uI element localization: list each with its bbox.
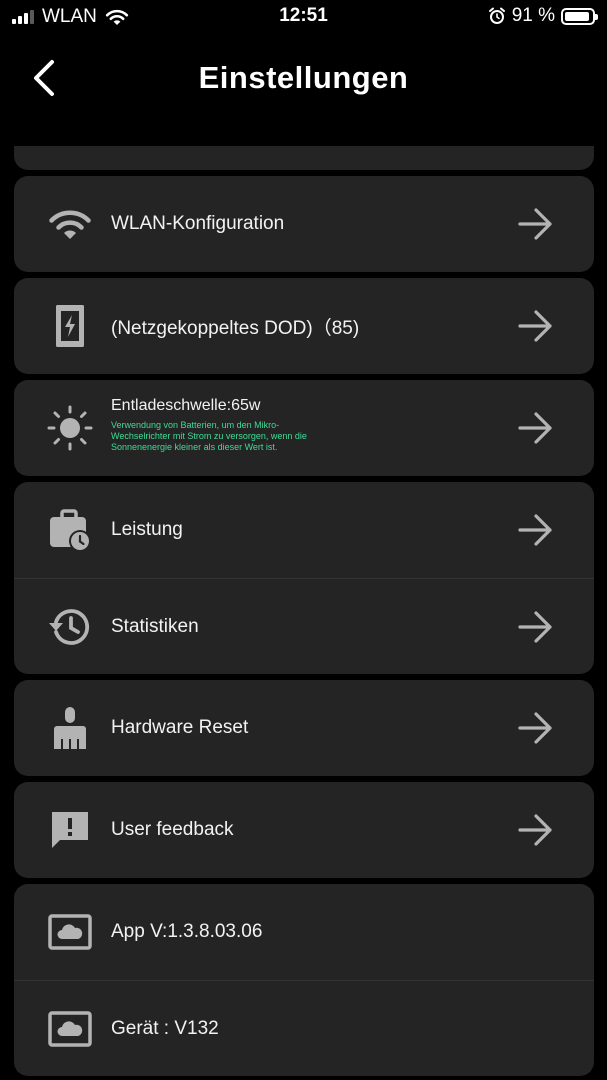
settings-item-label: Statistiken [111,615,199,637]
briefcase-clock-icon [46,506,94,554]
card-reset: Hardware Reset [14,680,594,776]
settings-item-label: App V:1.3.8.03.06 [111,921,263,942]
card-dod: (Netzgekoppeltes DOD)（85) [14,278,594,374]
card-feedback: User feedback [14,782,594,878]
settings-item-label: Gerät : V132 [111,1017,219,1039]
battery-charging-icon [46,302,94,350]
settings-item-label: Hardware Reset [111,717,249,738]
arrow-right-icon [518,610,552,643]
cut-off-card [14,146,594,170]
nav-header: Einstellungen [0,44,607,114]
feedback-icon [46,806,94,854]
settings-item-label: (Netzgekoppeltes DOD)（85) [111,317,360,339]
cloud-box-icon [46,908,94,956]
settings-item-device-version: Gerät : V132 [14,980,594,1076]
battery-fill [565,11,589,21]
card-versions: App V:1.3.8.03.06 Gerät : V132 [14,884,594,1076]
settings-list: WLAN-Konfiguration (Netzgekoppeltes DOD)… [14,146,594,1080]
settings-item-feedback[interactable]: User feedback [14,782,594,878]
page-title: Einstellungen [198,60,409,95]
broom-icon [46,704,94,752]
settings-item-discharge[interactable]: Entladeschwelle:65w Verwendung von Batte… [14,380,594,476]
arrow-right-icon [518,514,552,546]
status-right: 91 % [488,5,598,27]
settings-item-statistiken[interactable]: Statistiken [14,578,594,674]
discharge-text: Entladeschwelle:65w Verwendung von Batte… [111,397,311,453]
alarm-icon [488,7,505,24]
settings-item-leistung[interactable]: Leistung [14,482,594,578]
settings-item-label: Entladeschwelle:65w [111,397,261,414]
card-discharge: Entladeschwelle:65w Verwendung von Batte… [14,380,594,476]
settings-item-label: WLAN-Konfiguration [111,213,285,234]
settings-item-dod[interactable]: (Netzgekoppeltes DOD)（85) [14,278,594,374]
arrow-right-icon [518,814,552,846]
arrow-right-icon [518,208,552,240]
settings-item-wlan[interactable]: WLAN-Konfiguration [14,176,594,272]
wifi-icon [46,200,94,248]
battery-icon [561,7,598,25]
settings-item-reset[interactable]: Hardware Reset [14,680,594,776]
card-wlan: WLAN-Konfiguration [14,176,594,272]
history-icon [46,603,94,651]
settings-item-app-version: App V:1.3.8.03.06 [14,884,594,980]
cloud-box-icon [46,1005,94,1053]
discharge-description: Verwendung von Batterien, um den Mikro-W… [111,420,307,452]
card-performance: Leistung Statistiken [14,482,594,674]
arrow-right-icon [518,712,552,744]
arrow-right-icon [518,412,552,444]
settings-item-label: Leistung [111,519,183,540]
battery-percent: 91 % [511,5,555,26]
sun-icon [46,404,94,452]
settings-item-label: User feedback [111,819,234,840]
status-bar: WLAN 12:51 91 % [0,0,607,34]
arrow-right-icon [518,310,552,342]
